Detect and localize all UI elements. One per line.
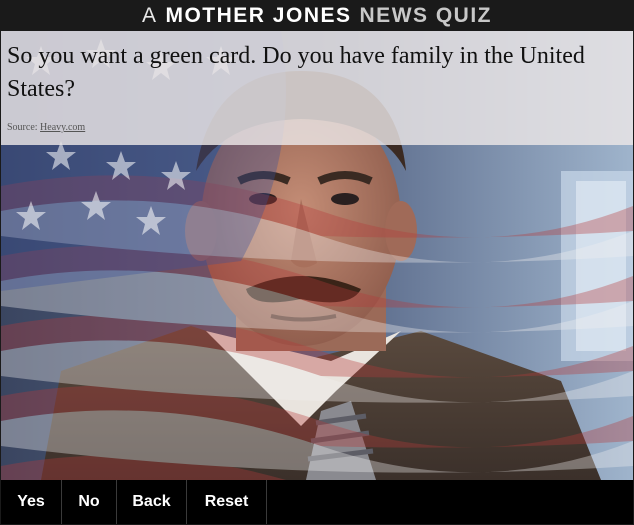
no-button[interactable]: No <box>62 480 117 524</box>
quiz-widget: A MOTHER JONES NEWS QUIZ So you want a g… <box>0 0 634 525</box>
question-panel: So you want a green card. Do you have fa… <box>1 31 633 145</box>
back-button[interactable]: Back <box>117 480 187 524</box>
source-label: Source: <box>7 122 38 133</box>
question-text: So you want a green card. Do you have fa… <box>7 43 585 102</box>
reset-button[interactable]: Reset <box>187 480 267 524</box>
yes-button[interactable]: Yes <box>1 480 62 524</box>
header-brand: MOTHER JONES <box>165 4 352 27</box>
quiz-header: A MOTHER JONES NEWS QUIZ <box>1 1 633 31</box>
answer-button-bar: Yes No Back Reset <box>1 480 633 524</box>
header-word-a: A <box>141 4 158 27</box>
source-link[interactable]: Heavy.com <box>40 122 85 133</box>
header-title: NEWS QUIZ <box>359 4 493 27</box>
image-source: Source: Heavy.com <box>7 122 85 133</box>
